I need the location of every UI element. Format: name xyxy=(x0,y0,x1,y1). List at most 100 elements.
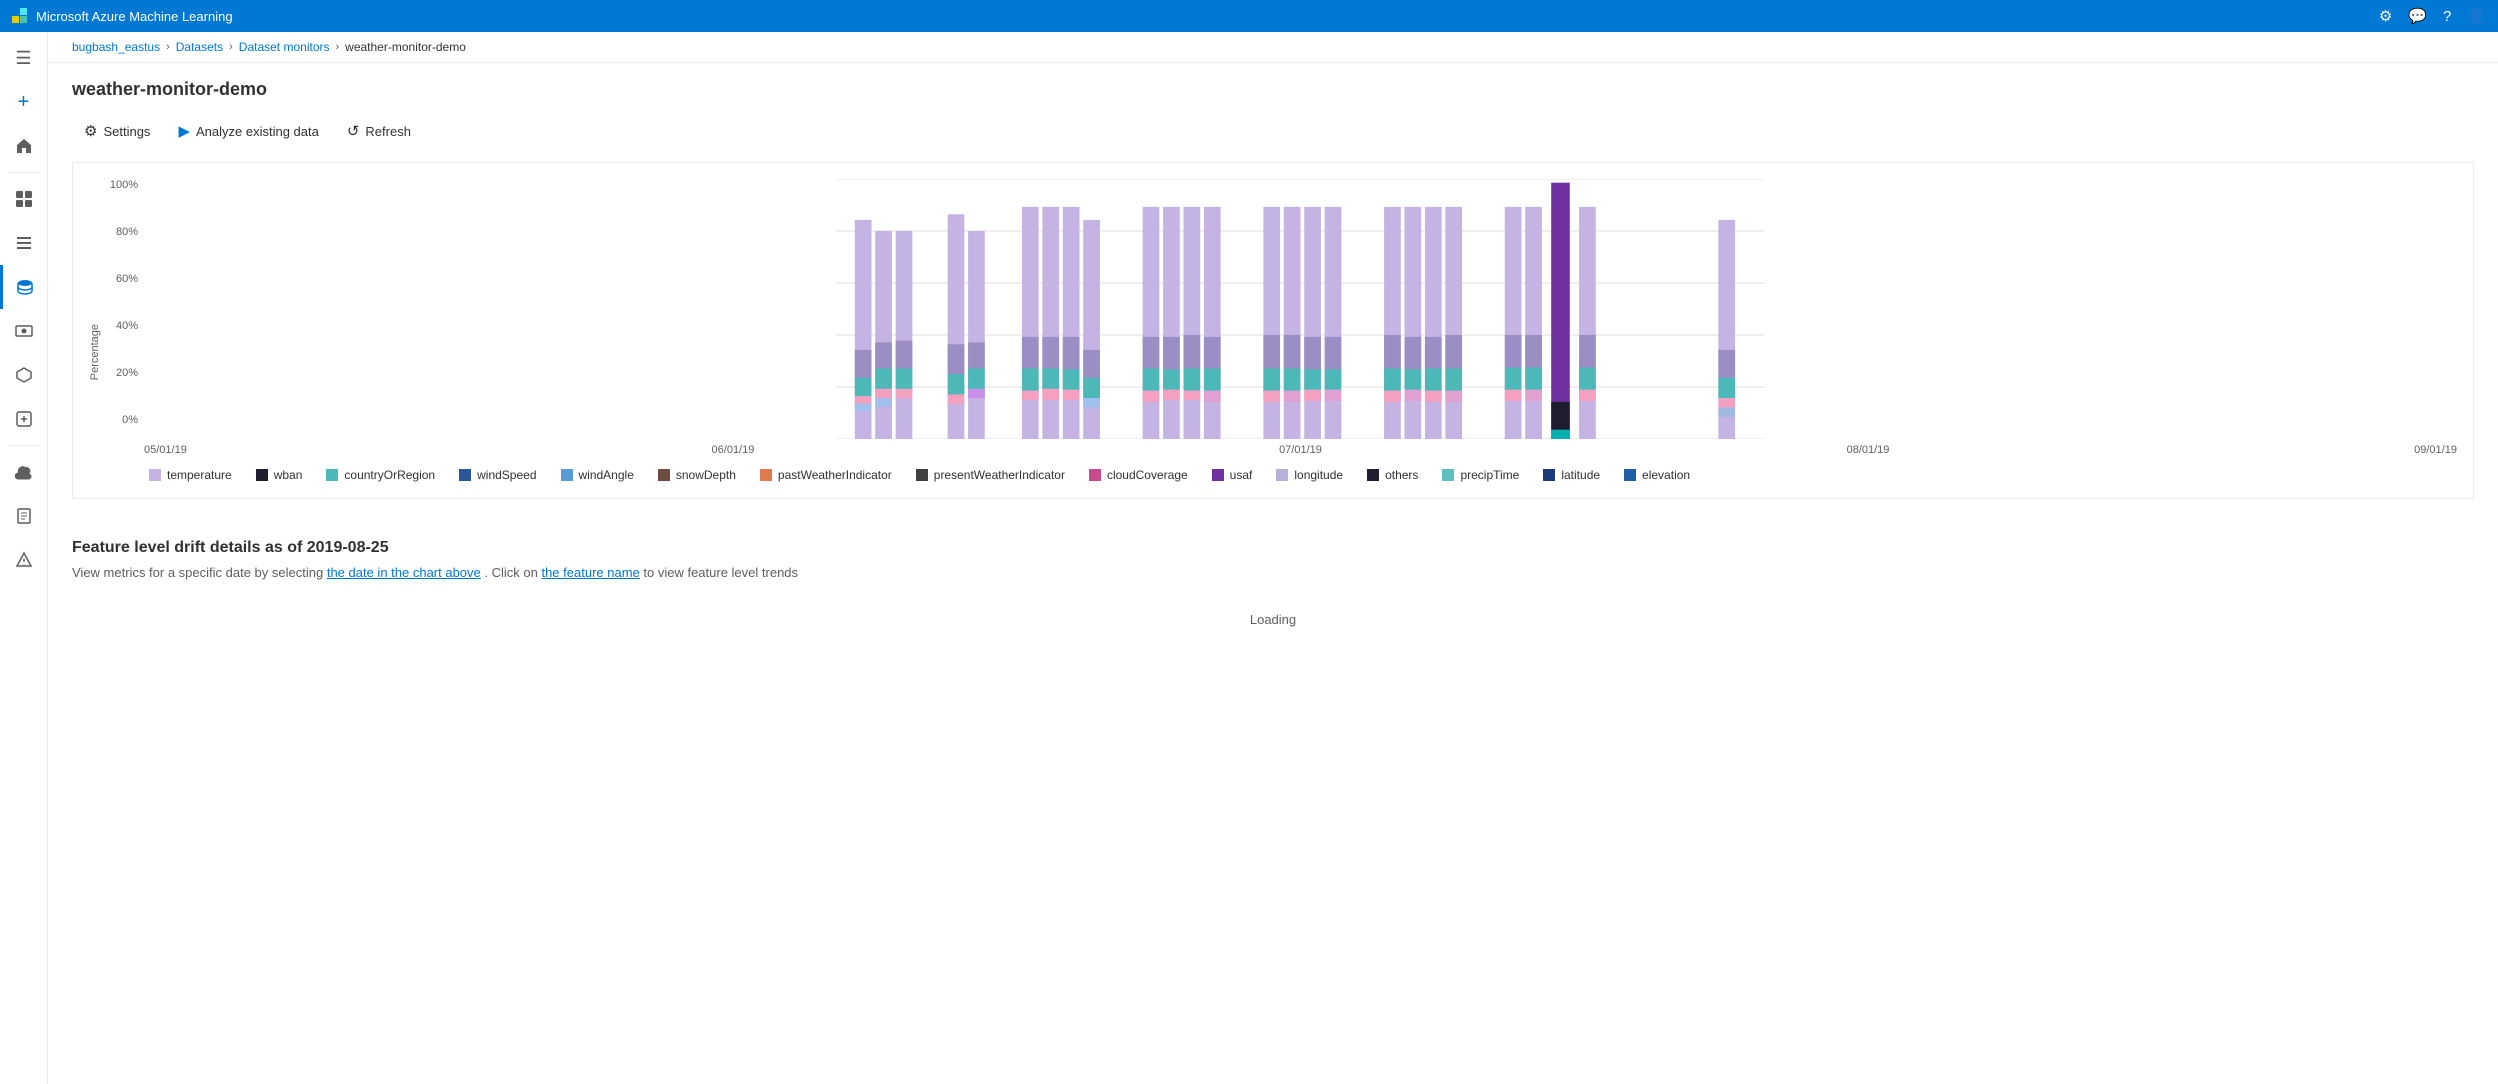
breadcrumb-sep-2: › xyxy=(229,41,233,53)
x-label-aug: 08/01/19 xyxy=(1847,444,1890,456)
settings-icon[interactable]: ⚙ xyxy=(2379,7,2392,25)
legend-label-usaf: usaf xyxy=(1230,468,1253,482)
legend-label-others: others xyxy=(1385,468,1418,482)
legend-color-windAngle xyxy=(561,469,573,481)
legend-countryOrRegion: countryOrRegion xyxy=(326,468,435,482)
y-label-100: 100% xyxy=(89,179,144,191)
y-label-80: 80% xyxy=(89,226,144,238)
date-link[interactable]: the date in the chart above xyxy=(327,565,481,580)
legend-usaf: usaf xyxy=(1212,468,1253,482)
legend-label-longitude: longitude xyxy=(1294,468,1343,482)
x-label-may: 05/01/19 xyxy=(144,444,187,456)
toolbar: ⚙ Settings ▶ Analyze existing data ↺ Ref… xyxy=(72,116,2474,146)
sidebar: ☰ + xyxy=(0,32,48,1084)
x-axis-labels: 05/01/19 06/01/19 07/01/19 08/01/19 09/0… xyxy=(144,444,2457,456)
legend-wban: wban xyxy=(256,468,303,482)
sidebar-item-experiments[interactable] xyxy=(0,221,48,265)
legend-windAngle: windAngle xyxy=(561,468,634,482)
legend-latitude: latitude xyxy=(1543,468,1600,482)
drift-subtitle: View metrics for a specific date by sele… xyxy=(72,565,2474,580)
legend-label-countryOrRegion: countryOrRegion xyxy=(344,468,435,482)
analyze-button[interactable]: ▶ Analyze existing data xyxy=(166,116,330,146)
legend-color-wban xyxy=(256,469,268,481)
chart-area[interactable]: 05/01/19 06/01/19 07/01/19 08/01/19 09/0… xyxy=(144,179,2457,456)
sidebar-item-deploy[interactable] xyxy=(0,397,48,441)
drift-subtitle-end: to view feature level trends xyxy=(643,565,798,580)
feedback-icon[interactable]: 💬 xyxy=(2408,7,2427,25)
legend-temperature: temperature xyxy=(149,468,232,482)
sidebar-item-home[interactable] xyxy=(0,124,48,168)
legend-color-longitude xyxy=(1276,469,1288,481)
page-title: weather-monitor-demo xyxy=(72,79,2474,100)
app-title: Microsoft Azure Machine Learning xyxy=(36,9,233,24)
account-icon[interactable]: 👤 xyxy=(2467,7,2486,25)
drift-title: Feature level drift details as of 2019-0… xyxy=(72,539,2474,557)
content-area: bugbash_eastus › Datasets › Dataset moni… xyxy=(48,32,2498,1084)
legend-label-latitude: latitude xyxy=(1561,468,1600,482)
refresh-button-label: Refresh xyxy=(365,124,411,139)
legend-color-others xyxy=(1367,469,1379,481)
azure-logo-icon xyxy=(12,8,28,24)
sidebar-item-new[interactable]: + xyxy=(0,80,48,124)
breadcrumb-sep-1: › xyxy=(166,41,170,53)
legend-color-cloudCoverage xyxy=(1089,469,1101,481)
y-label-60: 60% xyxy=(89,273,144,285)
top-bar: Microsoft Azure Machine Learning ⚙ 💬 ? 👤 xyxy=(0,0,2498,32)
legend-color-latitude xyxy=(1543,469,1555,481)
analyze-button-label: Analyze existing data xyxy=(196,124,319,139)
legend-label-windSpeed: windSpeed xyxy=(477,468,536,482)
legend-label-cloudCoverage: cloudCoverage xyxy=(1107,468,1188,482)
sidebar-item-alerts[interactable] xyxy=(0,538,48,582)
feature-link[interactable]: the feature name xyxy=(541,565,639,580)
sidebar-item-workspace[interactable] xyxy=(0,177,48,221)
refresh-button[interactable]: ↺ Refresh xyxy=(335,116,423,146)
legend-color-pastWeatherIndicator xyxy=(760,469,772,481)
breadcrumb-monitors[interactable]: Dataset monitors xyxy=(239,40,330,54)
top-bar-icons: ⚙ 💬 ? 👤 xyxy=(2379,7,2486,25)
legend-label-presentWeatherIndicator: presentWeatherIndicator xyxy=(934,468,1065,482)
legend-others: others xyxy=(1367,468,1418,482)
main-layout: ☰ + xyxy=(0,32,2498,1084)
settings-button-icon: ⚙ xyxy=(84,122,97,140)
legend-color-precipTime xyxy=(1442,469,1454,481)
legend-elevation: elevation xyxy=(1624,468,1690,482)
legend-snowDepth: snowDepth xyxy=(658,468,736,482)
breadcrumb-current: weather-monitor-demo xyxy=(345,40,466,54)
refresh-button-icon: ↺ xyxy=(347,122,360,140)
app-title-area: Microsoft Azure Machine Learning xyxy=(12,8,233,24)
x-label-sep: 09/01/19 xyxy=(2414,444,2457,456)
breadcrumb: bugbash_eastus › Datasets › Dataset moni… xyxy=(48,32,2498,63)
legend-color-usaf xyxy=(1212,469,1224,481)
help-icon[interactable]: ? xyxy=(2443,8,2451,25)
legend-windSpeed: windSpeed xyxy=(459,468,536,482)
loading-indicator: Loading xyxy=(72,596,2474,643)
sidebar-item-datasets[interactable] xyxy=(0,265,48,309)
sidebar-item-models[interactable] xyxy=(0,353,48,397)
sidebar-divider-1 xyxy=(8,172,40,173)
page-content: weather-monitor-demo ⚙ Settings ▶ Analyz… xyxy=(48,63,2498,1084)
sidebar-item-compute[interactable] xyxy=(0,309,48,353)
settings-button-label: Settings xyxy=(103,124,150,139)
legend-label-snowDepth: snowDepth xyxy=(676,468,736,482)
sidebar-divider-2 xyxy=(8,445,40,446)
legend-longitude: longitude xyxy=(1276,468,1343,482)
sidebar-item-cloud[interactable] xyxy=(0,450,48,494)
legend-precipTime: precipTime xyxy=(1442,468,1519,482)
analyze-button-icon: ▶ xyxy=(178,122,190,140)
legend-label-precipTime: precipTime xyxy=(1460,468,1519,482)
y-axis-title: Percentage xyxy=(89,324,101,380)
breadcrumb-workspace[interactable]: bugbash_eastus xyxy=(72,40,160,54)
legend-cloudCoverage: cloudCoverage xyxy=(1089,468,1188,482)
x-label-jul: 07/01/19 xyxy=(1279,444,1322,456)
legend-color-windSpeed xyxy=(459,469,471,481)
legend-color-snowDepth xyxy=(658,469,670,481)
legend-color-elevation xyxy=(1624,469,1636,481)
legend-label-wban: wban xyxy=(274,468,303,482)
settings-button[interactable]: ⚙ Settings xyxy=(72,116,162,146)
breadcrumb-datasets[interactable]: Datasets xyxy=(176,40,223,54)
legend-label-temperature: temperature xyxy=(167,468,232,482)
legend-label-windAngle: windAngle xyxy=(579,468,634,482)
sidebar-item-menu[interactable]: ☰ xyxy=(0,36,48,80)
breadcrumb-sep-3: › xyxy=(335,41,339,53)
sidebar-item-notebooks[interactable] xyxy=(0,494,48,538)
